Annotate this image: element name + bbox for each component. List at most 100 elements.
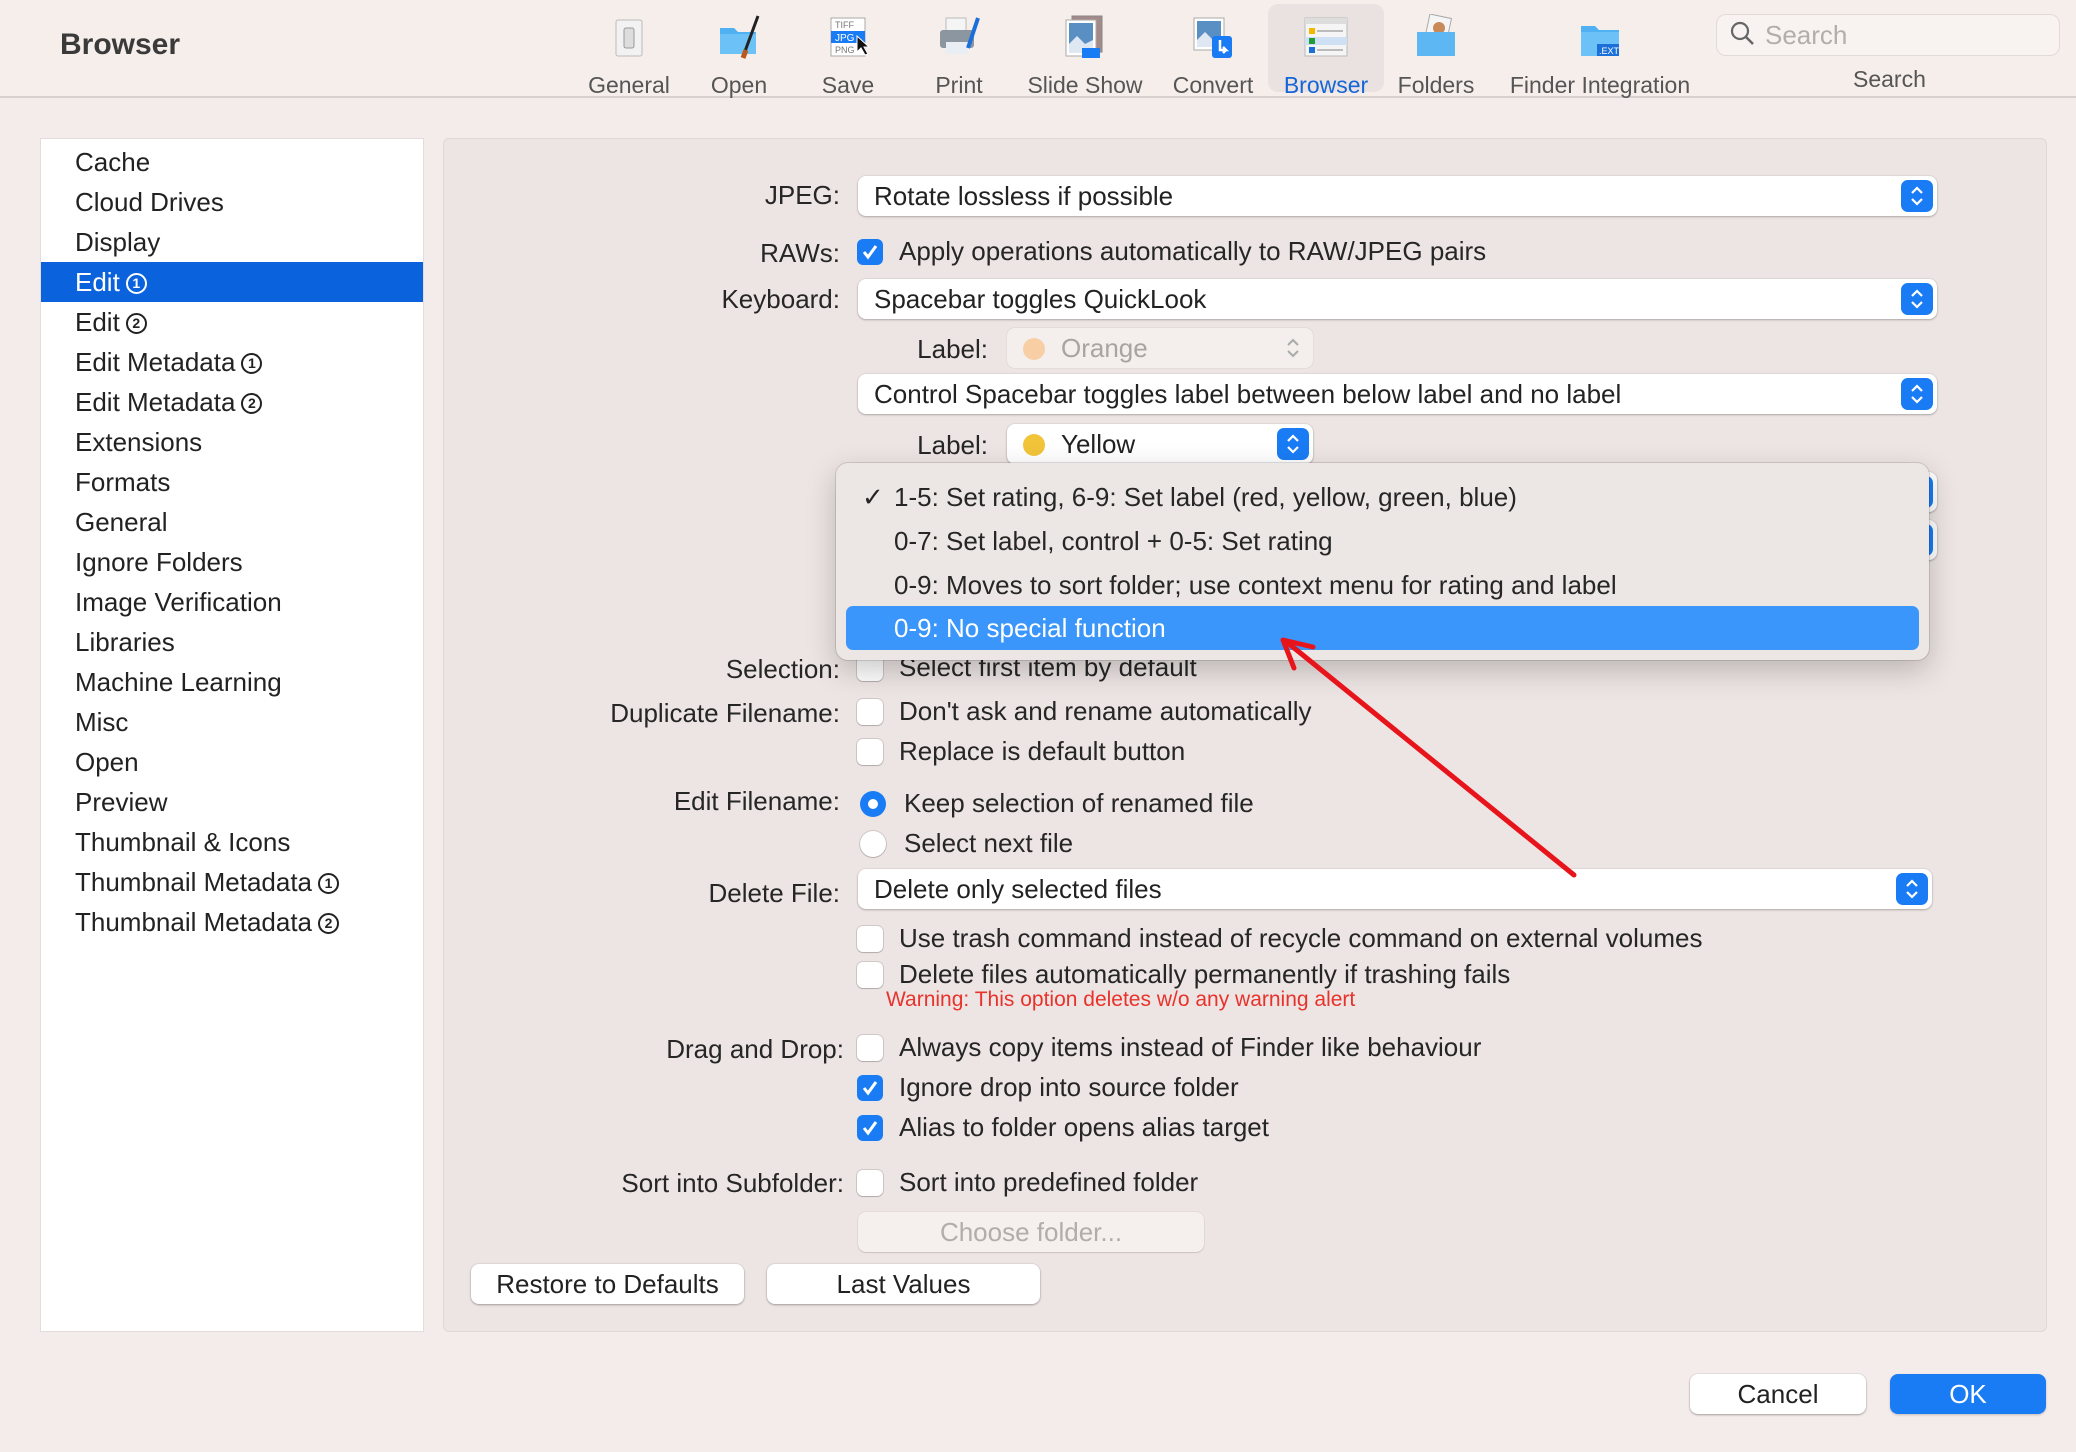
last-values-button[interactable]: Last Values <box>767 1264 1040 1304</box>
tab-convert[interactable]: Convert <box>1168 4 1258 98</box>
delete-option-row[interactable]: Delete files automatically permanently i… <box>857 959 1510 990</box>
sidebar-item[interactable]: Edit 2 <box>41 302 423 342</box>
use-trash-label: Use trash command instead of recycle com… <box>899 923 1703 953</box>
sort-predefined-checkbox[interactable] <box>857 1169 883 1196</box>
sidebar-item[interactable]: Formats <box>41 462 423 502</box>
tab-general[interactable]: General <box>586 4 672 98</box>
tab-save[interactable]: TIFF JPG PNG Save <box>808 4 888 98</box>
menu-item-sort-folder[interactable]: 0-9: Moves to sort folder; use context m… <box>846 563 1919 607</box>
delete-file-select[interactable]: Delete only selected files <box>858 869 1932 909</box>
label2-select[interactable]: Yellow <box>1007 424 1313 464</box>
sort-subfolder-row[interactable]: Sort into predefined folder <box>857 1167 1198 1198</box>
sidebar-item-label: Extensions <box>75 427 203 457</box>
sidebar-item[interactable]: Extensions <box>41 422 423 462</box>
sidebar: Cache Cloud Drives Display Edit 1 Edit 2 Edit M… <box>40 138 424 1332</box>
sidebar-item-label: Edit Metadata <box>75 387 236 417</box>
sidebar-item-label: Machine Learning <box>75 667 282 697</box>
slideshow-icon <box>1062 14 1108 60</box>
tab-label: Open <box>710 72 768 98</box>
duplicate-rename-label: Don't ask and rename automatically <box>899 696 1312 726</box>
edit-filename-radio-row[interactable]: Select next file <box>860 828 1073 859</box>
sidebar-item[interactable]: Thumbnail Metadata 1 <box>41 862 423 902</box>
control-spacebar-select[interactable]: Control Spacebar toggles label between b… <box>858 374 1937 414</box>
sidebar-item[interactable]: General <box>41 502 423 542</box>
circled-number-icon: 1 <box>125 273 147 294</box>
svg-text:TIFF: TIFF <box>835 20 854 30</box>
menu-item-label-control-rating[interactable]: 0-7: Set label, control + 0-5: Set ratin… <box>846 519 1919 563</box>
selection-label: Selection: <box>725 654 840 684</box>
keep-selection-radio[interactable] <box>860 790 886 817</box>
chevron-updown-icon <box>1901 180 1933 212</box>
sort-predefined-label: Sort into predefined folder <box>899 1167 1199 1197</box>
sidebar-item-label: Thumbnail Metadata <box>75 907 313 937</box>
convert-icon <box>1190 14 1236 60</box>
delete-option-row[interactable]: Use trash command instead of recycle com… <box>857 923 1702 954</box>
tab-print[interactable]: Print <box>918 4 1000 98</box>
tab-finder-integration[interactable]: .EXT Finder Integration <box>1500 4 1700 98</box>
raws-checkbox-row[interactable]: Apply operations automatically to RAW/JP… <box>857 236 1486 267</box>
sidebar-item[interactable]: Edit Metadata 1 <box>41 342 423 382</box>
sidebar-item[interactable]: Edit Metadata 2 <box>41 382 423 422</box>
keyboard-select[interactable]: Spacebar toggles QuickLook <box>858 279 1937 319</box>
drag-drop-option-row[interactable]: Ignore drop into source folder <box>857 1072 1239 1103</box>
use-trash-checkbox[interactable] <box>857 925 883 952</box>
tab-label: Browser <box>1283 72 1369 98</box>
delete-permanently-checkbox[interactable] <box>857 961 883 988</box>
sidebar-item-label: Libraries <box>75 627 175 657</box>
search-input[interactable] <box>1765 19 2045 51</box>
always-copy-checkbox[interactable] <box>857 1034 883 1061</box>
tab-label: Print <box>935 72 983 98</box>
circled-number-icon: 2 <box>241 393 263 414</box>
tab-label: Convert <box>1172 72 1254 98</box>
duplicate-option-row[interactable]: Replace is default button <box>857 736 1185 767</box>
sidebar-item[interactable]: Cloud Drives <box>41 182 423 222</box>
delete-file-label: Delete File: <box>708 878 841 908</box>
ignore-drop-label: Ignore drop into source folder <box>899 1072 1239 1102</box>
sidebar-item[interactable]: Machine Learning <box>41 662 423 702</box>
tab-browser[interactable]: Browser <box>1268 4 1384 98</box>
sidebar-item[interactable]: Thumbnail Metadata 2 <box>41 902 423 942</box>
sidebar-item[interactable]: Open <box>41 742 423 782</box>
menu-item-no-special-function[interactable]: 0-9: No special function <box>846 606 1919 650</box>
sidebar-item[interactable]: Display <box>41 222 423 262</box>
alias-folder-checkbox[interactable] <box>857 1114 883 1141</box>
drag-drop-option-row[interactable]: Always copy items instead of Finder like… <box>857 1032 1481 1063</box>
tab-open[interactable]: Open <box>700 4 778 98</box>
ignore-drop-checkbox[interactable] <box>857 1074 883 1101</box>
sidebar-item[interactable]: Thumbnail & Icons <box>41 822 423 862</box>
tab-label: Slide Show <box>1027 72 1143 98</box>
sidebar-item[interactable]: Cache <box>41 142 423 182</box>
duplicate-option-row[interactable]: Don't ask and rename automatically <box>857 696 1312 727</box>
select-next-radio[interactable] <box>860 830 886 857</box>
sidebar-item-label: Ignore Folders <box>75 547 243 577</box>
drag-drop-label: Drag and Drop: <box>666 1034 844 1064</box>
restore-defaults-button[interactable]: Restore to Defaults <box>471 1264 744 1304</box>
tab-folders[interactable]: Folders <box>1394 4 1478 98</box>
sidebar-item[interactable]: Preview <box>41 782 423 822</box>
delete-file-select-value: Delete only selected files <box>874 874 1162 904</box>
sidebar-item[interactable]: Libraries <box>41 622 423 662</box>
jpeg-select[interactable]: Rotate lossless if possible <box>858 176 1937 216</box>
drag-drop-option-row[interactable]: Alias to folder opens alias target <box>857 1112 1269 1143</box>
cancel-button[interactable]: Cancel <box>1690 1374 1866 1414</box>
sidebar-item[interactable]: Misc <box>41 702 423 742</box>
sidebar-item-label: Open <box>75 747 139 777</box>
printer-icon <box>936 14 982 60</box>
search-field[interactable] <box>1716 14 2060 56</box>
label2-label: Label: <box>917 430 988 460</box>
sort-subfolder-label: Sort into Subfolder: <box>621 1168 844 1198</box>
duplicate-rename-checkbox[interactable] <box>857 698 883 725</box>
label1-select[interactable]: Orange <box>1007 328 1313 368</box>
delete-permanently-label: Delete files automatically permanently i… <box>899 959 1511 989</box>
sidebar-item[interactable]: Ignore Folders <box>41 542 423 582</box>
sidebar-item[interactable]: Image Verification <box>41 582 423 622</box>
tab-slide-show[interactable]: Slide Show <box>1020 4 1150 98</box>
sidebar-item[interactable]: Edit 1 <box>41 262 423 302</box>
choose-folder-button[interactable]: Choose folder... <box>858 1212 1204 1252</box>
replace-default-checkbox[interactable] <box>857 738 883 765</box>
circled-number-icon: 1 <box>318 873 340 894</box>
raws-checkbox[interactable] <box>857 238 883 265</box>
edit-filename-radio-row[interactable]: Keep selection of renamed file <box>860 788 1254 819</box>
menu-item-rating-label[interactable]: ✓ 1-5: Set rating, 6-9: Set label (red, … <box>846 475 1919 519</box>
ok-button[interactable]: OK <box>1890 1374 2046 1414</box>
